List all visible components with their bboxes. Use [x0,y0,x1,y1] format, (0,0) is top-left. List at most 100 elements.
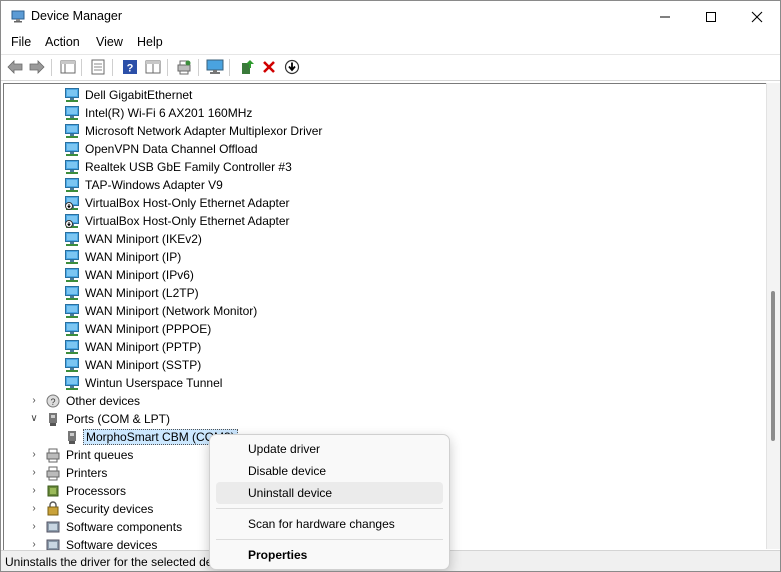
tree-item-network-adapter[interactable]: WAN Miniport (SSTP) [4,356,766,374]
tree-item-label: Intel(R) Wi-Fi 6 AX201 160MHz [85,106,253,120]
close-button[interactable] [734,1,780,32]
tree-item-network-adapter[interactable]: TAP-Windows Adapter V9 [4,176,766,194]
tree-item-label: OpenVPN Data Channel Offload [85,142,258,156]
other-devices-icon: ? [45,393,61,409]
network-adapter-icon [64,141,80,157]
tree-item-ports[interactable]: ∨ Ports (COM & LPT) [4,410,766,428]
menu-properties-label: Properties [248,548,308,562]
menu-disable-device-label: Disable device [248,464,327,478]
tree-item-network-adapter[interactable]: VirtualBox Host-Only Ethernet Adapter [4,194,766,212]
expand-chevron-icon[interactable]: › [28,484,40,498]
tree-item-network-adapter[interactable]: Dell GigabitEthernet [4,86,766,104]
network-adapter-icon [64,159,80,175]
menu-separator [216,539,443,540]
menu-update-driver[interactable]: Update driver [216,438,443,460]
software-device-icon [45,537,61,550]
tree-item-other-devices[interactable]: ›? Other devices [4,392,766,410]
show-view-button[interactable] [144,58,162,76]
network-adapter-icon [64,321,80,337]
vertical-scrollbar[interactable] [766,83,780,549]
tree-item-network-adapter[interactable]: WAN Miniport (PPTP) [4,338,766,356]
print-queue-icon [45,447,61,463]
tree-item-network-adapter[interactable]: VirtualBox Host-Only Ethernet Adapter [4,212,766,230]
tree-item-label: Security devices [66,502,154,516]
toolbar-separator [112,59,113,76]
tree-item-label: WAN Miniport (IP) [85,250,182,264]
toolbar-separator [198,59,199,76]
tree-item-network-adapter[interactable]: Microsoft Network Adapter Multiplexor Dr… [4,122,766,140]
tree-item-network-adapter[interactable]: WAN Miniport (PPPOE) [4,320,766,338]
tree-item-label: WAN Miniport (IPv6) [85,268,194,282]
svg-text:?: ? [50,397,55,407]
tree-item-network-adapter[interactable]: WAN Miniport (IKEv2) [4,230,766,248]
menu-properties[interactable]: Properties [216,544,443,566]
scrollbar-thumb[interactable] [771,291,775,441]
printer-scan-icon [177,60,191,75]
network-adapter-icon [64,303,80,319]
network-adapter-icon [64,105,80,121]
tree-item-network-adapter[interactable]: Wintun Userspace Tunnel [4,374,766,392]
console-tree-icon [60,60,76,74]
tree-item-network-adapter[interactable]: WAN Miniport (IPv6) [4,266,766,284]
tree-item-label: WAN Miniport (PPPOE) [85,322,212,336]
device-manager-app-icon [11,10,25,23]
menu-separator [216,508,443,509]
network-adapter-icon [64,375,80,391]
tree-item-network-adapter[interactable]: OpenVPN Data Channel Offload [4,140,766,158]
device-manager-window: Device Manager File Action View Help ? D… [0,0,781,572]
port-icon [45,411,61,427]
tree-item-label: VirtualBox Host-Only Ethernet Adapter [85,214,290,228]
tree-item-label: WAN Miniport (IKEv2) [85,232,202,246]
tree-item-network-adapter[interactable]: WAN Miniport (L2TP) [4,284,766,302]
tree-item-network-adapter[interactable]: Realtek USB GbE Family Controller #3 [4,158,766,176]
menu-bar: File Action View Help [1,32,780,55]
help-icon: ? [123,60,137,75]
tree-item-label: Microsoft Network Adapter Multiplexor Dr… [85,124,323,138]
uninstall-toolbar-button[interactable] [260,58,278,76]
menu-scan-hardware[interactable]: Scan for hardware changes [216,513,443,535]
expand-chevron-icon[interactable]: › [28,448,40,462]
tree-item-label: Printers [66,466,108,480]
tree-item-label: Realtek USB GbE Family Controller #3 [85,160,292,174]
network-adapter-icon [64,267,80,283]
maximize-button[interactable] [688,1,734,32]
menu-uninstall-device[interactable]: Uninstall device [216,482,443,504]
network-adapter-icon [64,249,80,265]
maximize-icon [706,11,716,22]
tree-item-label: Dell GigabitEthernet [85,88,193,102]
toolbar-separator [167,59,168,76]
back-button[interactable] [6,58,24,76]
tree-item-label: Other devices [66,394,141,408]
toolbar-separator [51,59,52,76]
network-adapter-icon [64,357,80,373]
tree-item-label: VirtualBox Host-Only Ethernet Adapter [85,196,290,210]
help-toolbar-button[interactable]: ? [121,58,139,76]
tree-item-network-adapter[interactable]: Intel(R) Wi-Fi 6 AX201 160MHz [4,104,766,122]
expand-chevron-icon[interactable]: › [28,466,40,480]
show-hide-console-tree-button[interactable] [59,58,77,76]
properties-toolbar-button[interactable] [89,58,107,76]
menu-help[interactable]: Help [137,35,163,49]
menu-file[interactable]: File [11,35,31,49]
title-bar[interactable]: Device Manager [1,1,780,32]
network-adapter-warning-icon [64,213,80,229]
menu-view[interactable]: View [96,35,123,49]
toolbar-separator [229,59,230,76]
minimize-button[interactable] [642,1,688,32]
scan-hardware-toolbar-button[interactable] [175,58,193,76]
expand-chevron-icon[interactable]: › [28,502,40,516]
svg-text:?: ? [127,63,134,75]
tree-item-network-adapter[interactable]: WAN Miniport (IP) [4,248,766,266]
menu-action[interactable]: Action [45,35,80,49]
forward-button[interactable] [28,58,46,76]
tree-item-network-adapter[interactable]: WAN Miniport (Network Monitor) [4,302,766,320]
monitor-toolbar-button[interactable] [206,58,224,76]
expand-chevron-icon[interactable]: › [28,394,40,408]
expand-chevron-icon[interactable]: › [28,520,40,534]
network-adapter-icon [64,285,80,301]
update-driver-toolbar-button[interactable] [238,58,256,76]
disable-device-toolbar-button[interactable] [283,58,301,76]
forward-arrow-icon [29,60,45,74]
menu-disable-device[interactable]: Disable device [216,460,443,482]
collapse-chevron-icon[interactable]: ∨ [28,412,40,426]
